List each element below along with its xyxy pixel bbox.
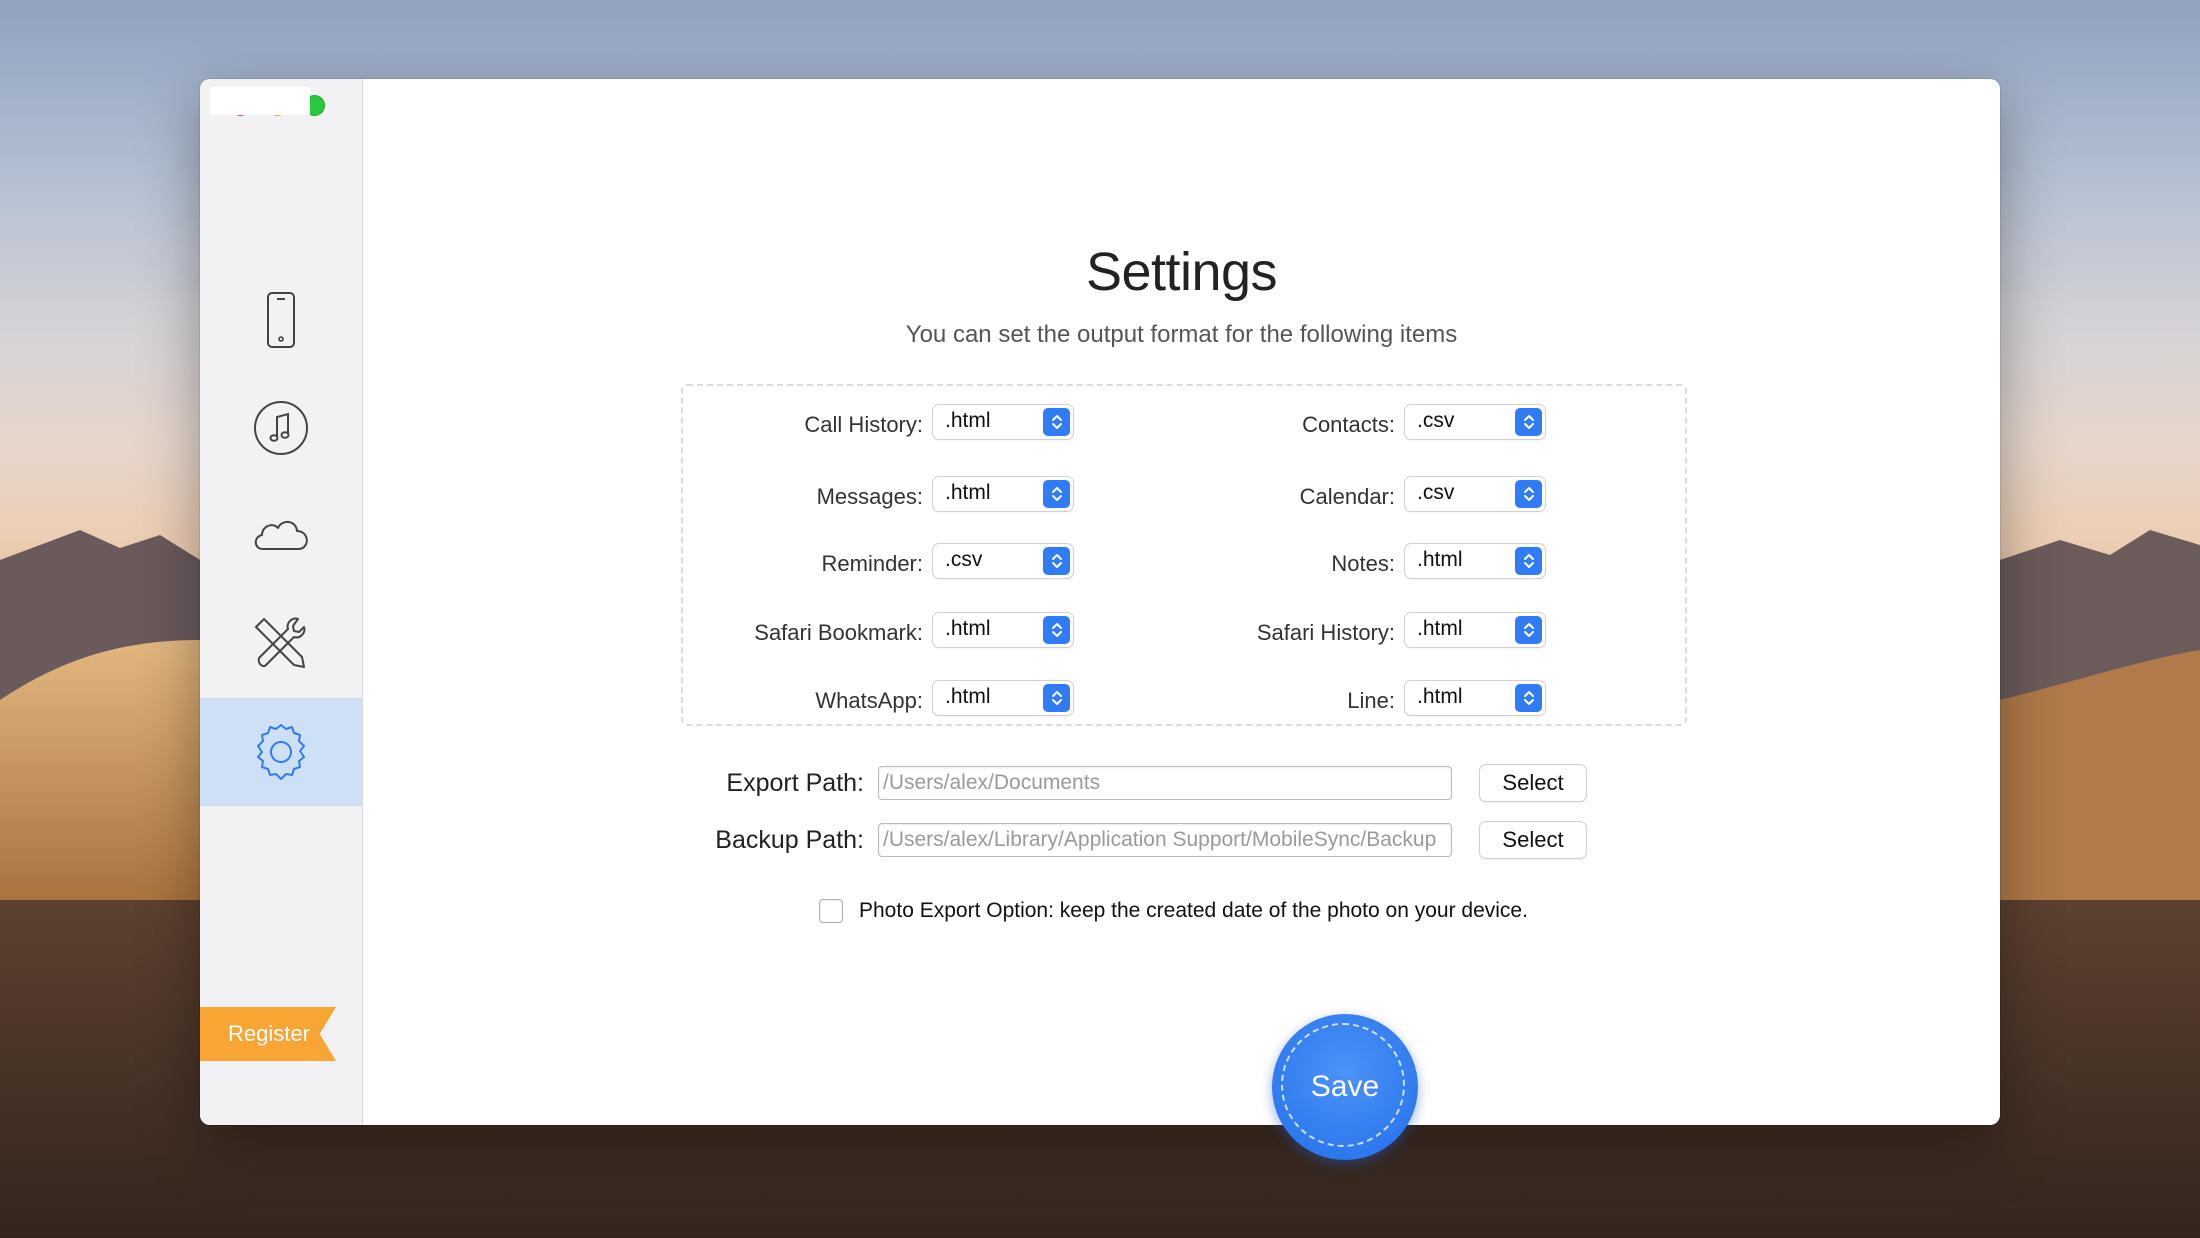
save-button[interactable]: Save — [1272, 1014, 1418, 1160]
chevron-updown-icon — [1043, 480, 1070, 508]
format-row-reminder: Reminder: .csv — [683, 541, 1073, 581]
save-button-label: Save — [1310, 1070, 1380, 1103]
format-select-line[interactable]: .html — [1405, 681, 1545, 715]
export-path-select-button[interactable]: Select — [1480, 765, 1586, 801]
select-value: .html — [1417, 548, 1463, 571]
select-value: .csv — [1417, 409, 1455, 432]
chevron-updown-icon — [1515, 480, 1542, 508]
format-label: WhatsApp: — [815, 688, 923, 713]
app-window: Register Settings You can set the output… — [200, 79, 2000, 1160]
format-select-call-history[interactable]: .html — [933, 405, 1073, 439]
sidebar-item-settings[interactable] — [200, 698, 362, 806]
sidebar-item-cloud[interactable] — [200, 482, 362, 590]
format-label: Reminder: — [821, 551, 923, 576]
select-value: .csv — [945, 548, 983, 571]
gear-icon — [257, 724, 305, 780]
format-row-messages: Messages: .html — [683, 474, 1073, 514]
backup-path-select-button[interactable]: Select — [1480, 822, 1586, 858]
format-select-contacts[interactable]: .csv — [1405, 405, 1545, 439]
format-label: Call History: — [804, 412, 923, 437]
select-value: .html — [1417, 685, 1463, 708]
chevron-updown-icon — [1043, 408, 1070, 436]
settings-panel: Settings You can set the output format f… — [363, 79, 2000, 1125]
format-label: Notes: — [1331, 551, 1395, 576]
format-label: Calendar: — [1299, 484, 1395, 509]
format-select-whatsapp[interactable]: .html — [933, 681, 1073, 715]
format-row-safari-history: Safari History: .html — [1163, 610, 1545, 650]
format-label: Safari Bookmark: — [754, 620, 923, 645]
chevron-updown-icon — [1515, 616, 1542, 644]
format-label: Safari History: — [1256, 620, 1395, 645]
register-button[interactable]: Register — [200, 1007, 336, 1061]
format-row-whatsapp: WhatsApp: .html — [683, 678, 1073, 718]
format-select-calendar[interactable]: .csv — [1405, 477, 1545, 511]
backup-path-input[interactable] — [878, 823, 1452, 857]
format-row-line: Line: .html — [1163, 678, 1545, 718]
select-value: .html — [945, 685, 991, 708]
photo-export-option: Photo Export Option: keep the created da… — [819, 899, 1528, 923]
select-value: .html — [945, 617, 991, 640]
sidebar-item-phone[interactable] — [200, 266, 362, 374]
format-row-call-history: Call History: .html — [683, 402, 1073, 442]
format-select-safari-bookmark[interactable]: .html — [933, 613, 1073, 647]
backup-path-row: Backup Path: Select — [644, 822, 1586, 858]
chevron-updown-icon — [1043, 616, 1070, 644]
chevron-updown-icon — [1515, 547, 1542, 575]
output-format-group: Call History: .html Messages: .html Remi… — [681, 384, 1687, 726]
format-select-safari-history[interactable]: .html — [1405, 613, 1545, 647]
page-title: Settings — [1085, 242, 1278, 302]
backup-path-label: Backup Path: — [715, 825, 864, 854]
format-row-notes: Notes: .html — [1163, 541, 1545, 581]
traffic-light-cover — [210, 87, 310, 115]
format-row-contacts: Contacts: .csv — [1163, 402, 1545, 442]
chevron-updown-icon — [1515, 684, 1542, 712]
tools-icon — [255, 617, 306, 668]
format-select-notes[interactable]: .html — [1405, 544, 1545, 578]
format-label: Messages: — [816, 484, 923, 509]
select-value: .html — [1417, 617, 1463, 640]
chevron-updown-icon — [1043, 684, 1070, 712]
photo-export-checkbox[interactable] — [819, 899, 843, 923]
sidebar-item-tools[interactable] — [200, 590, 362, 698]
select-value: .html — [945, 409, 991, 432]
format-select-reminder[interactable]: .csv — [933, 544, 1073, 578]
format-label: Line: — [1347, 688, 1395, 713]
export-path-label: Export Path: — [726, 768, 864, 797]
chevron-updown-icon — [1515, 408, 1542, 436]
format-label: Contacts: — [1302, 412, 1395, 437]
cloud-icon — [254, 521, 308, 550]
export-path-row: Export Path: Select — [644, 765, 1586, 801]
sidebar: Register — [200, 79, 363, 1125]
select-value: .html — [945, 481, 991, 504]
format-select-messages[interactable]: .html — [933, 477, 1073, 511]
phone-icon — [267, 292, 295, 348]
chevron-updown-icon — [1043, 547, 1070, 575]
page-subtitle: You can set the output format for the fo… — [905, 321, 1458, 348]
photo-export-label: Photo Export Option: keep the created da… — [859, 899, 1528, 922]
sidebar-item-music[interactable] — [200, 374, 362, 482]
format-row-calendar: Calendar: .csv — [1163, 474, 1545, 514]
music-note-icon — [254, 401, 308, 455]
format-row-safari-bookmark: Safari Bookmark: .html — [683, 610, 1073, 650]
export-path-input[interactable] — [878, 766, 1452, 800]
select-value: .csv — [1417, 481, 1455, 504]
